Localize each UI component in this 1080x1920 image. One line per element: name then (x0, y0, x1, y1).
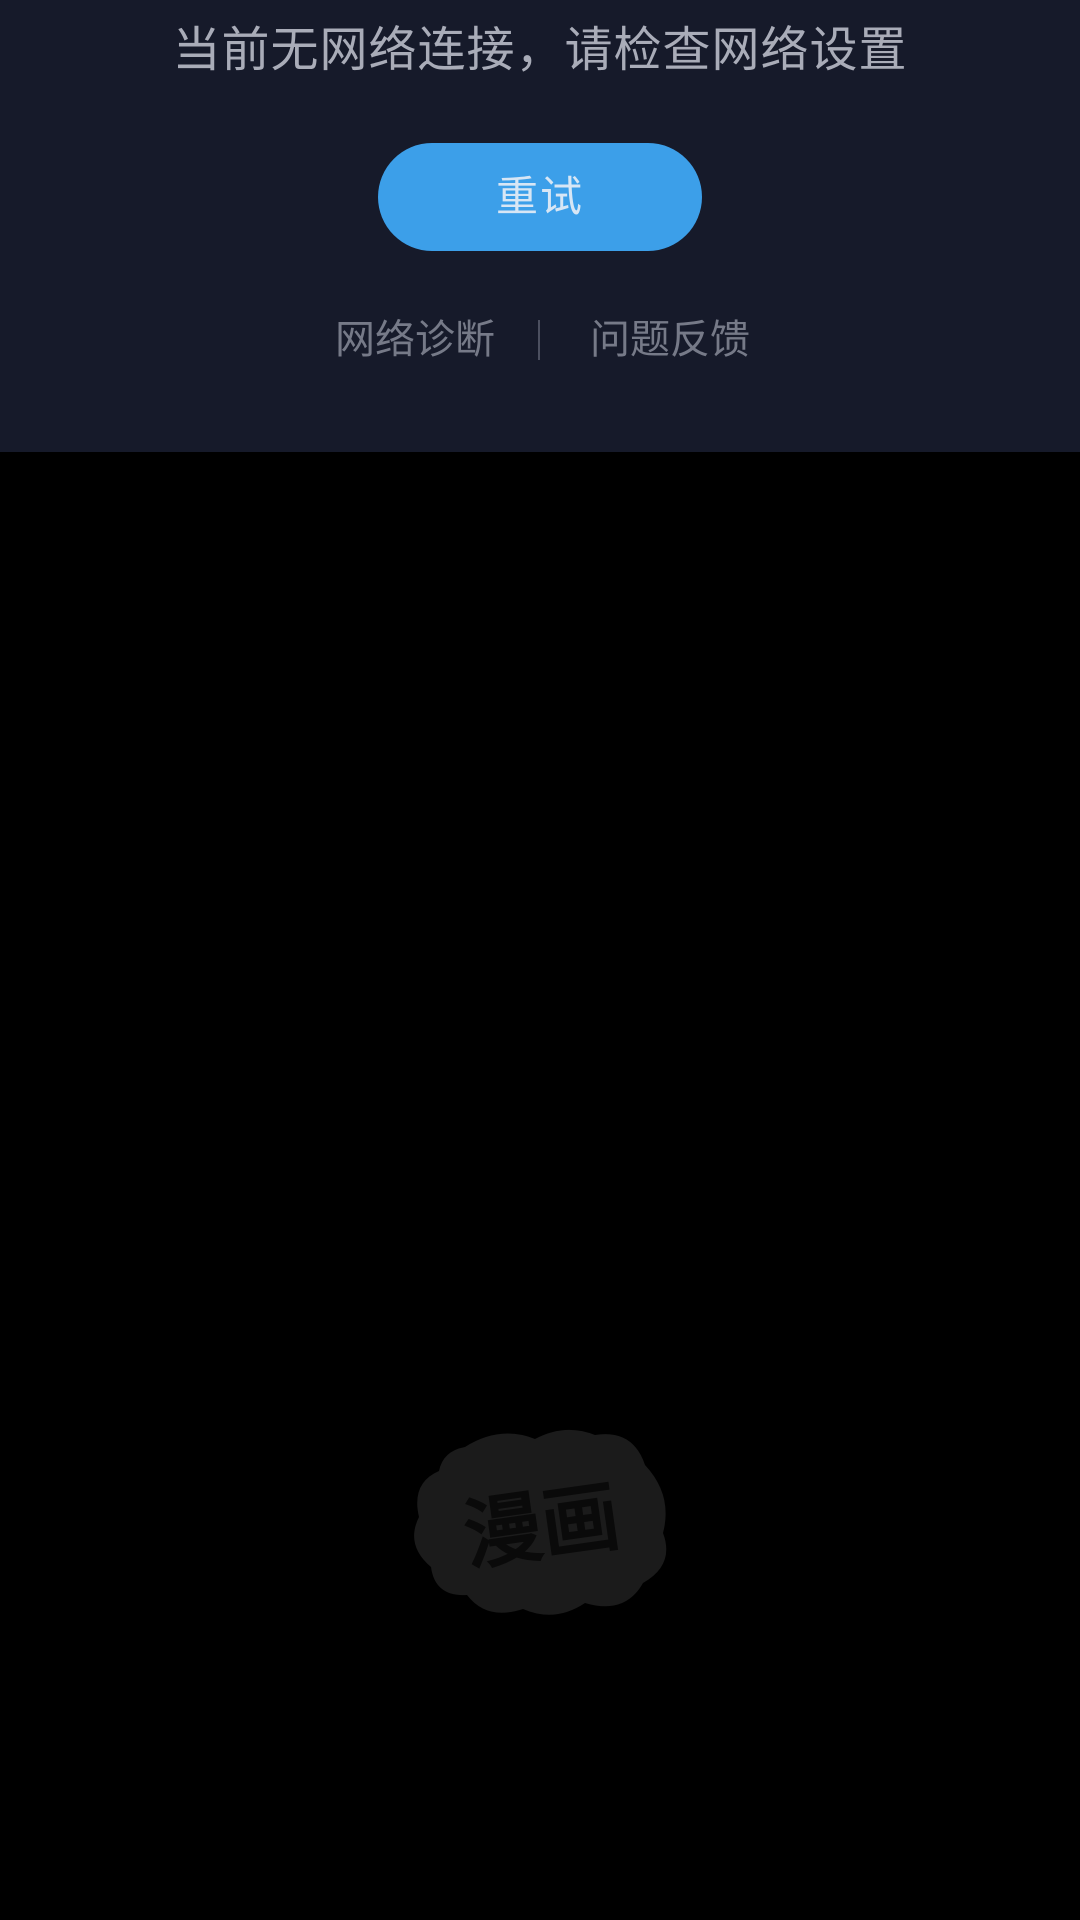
error-message: 当前无网络连接，请检查网络设置 (172, 22, 908, 78)
help-links: 网络诊断 问题反馈 (0, 310, 1080, 370)
comic-logo-icon: 漫画 (405, 1425, 675, 1620)
network-diagnose-link[interactable]: 网络诊断 (335, 310, 495, 370)
network-error-panel: 当前无网络连接，请检查网络设置 重试 网络诊断 问题反馈 (0, 0, 1080, 452)
retry-button[interactable]: 重试 (378, 143, 702, 251)
feedback-link[interactable]: 问题反馈 (590, 310, 750, 370)
content-area (0, 452, 1080, 1920)
link-divider (538, 320, 540, 360)
